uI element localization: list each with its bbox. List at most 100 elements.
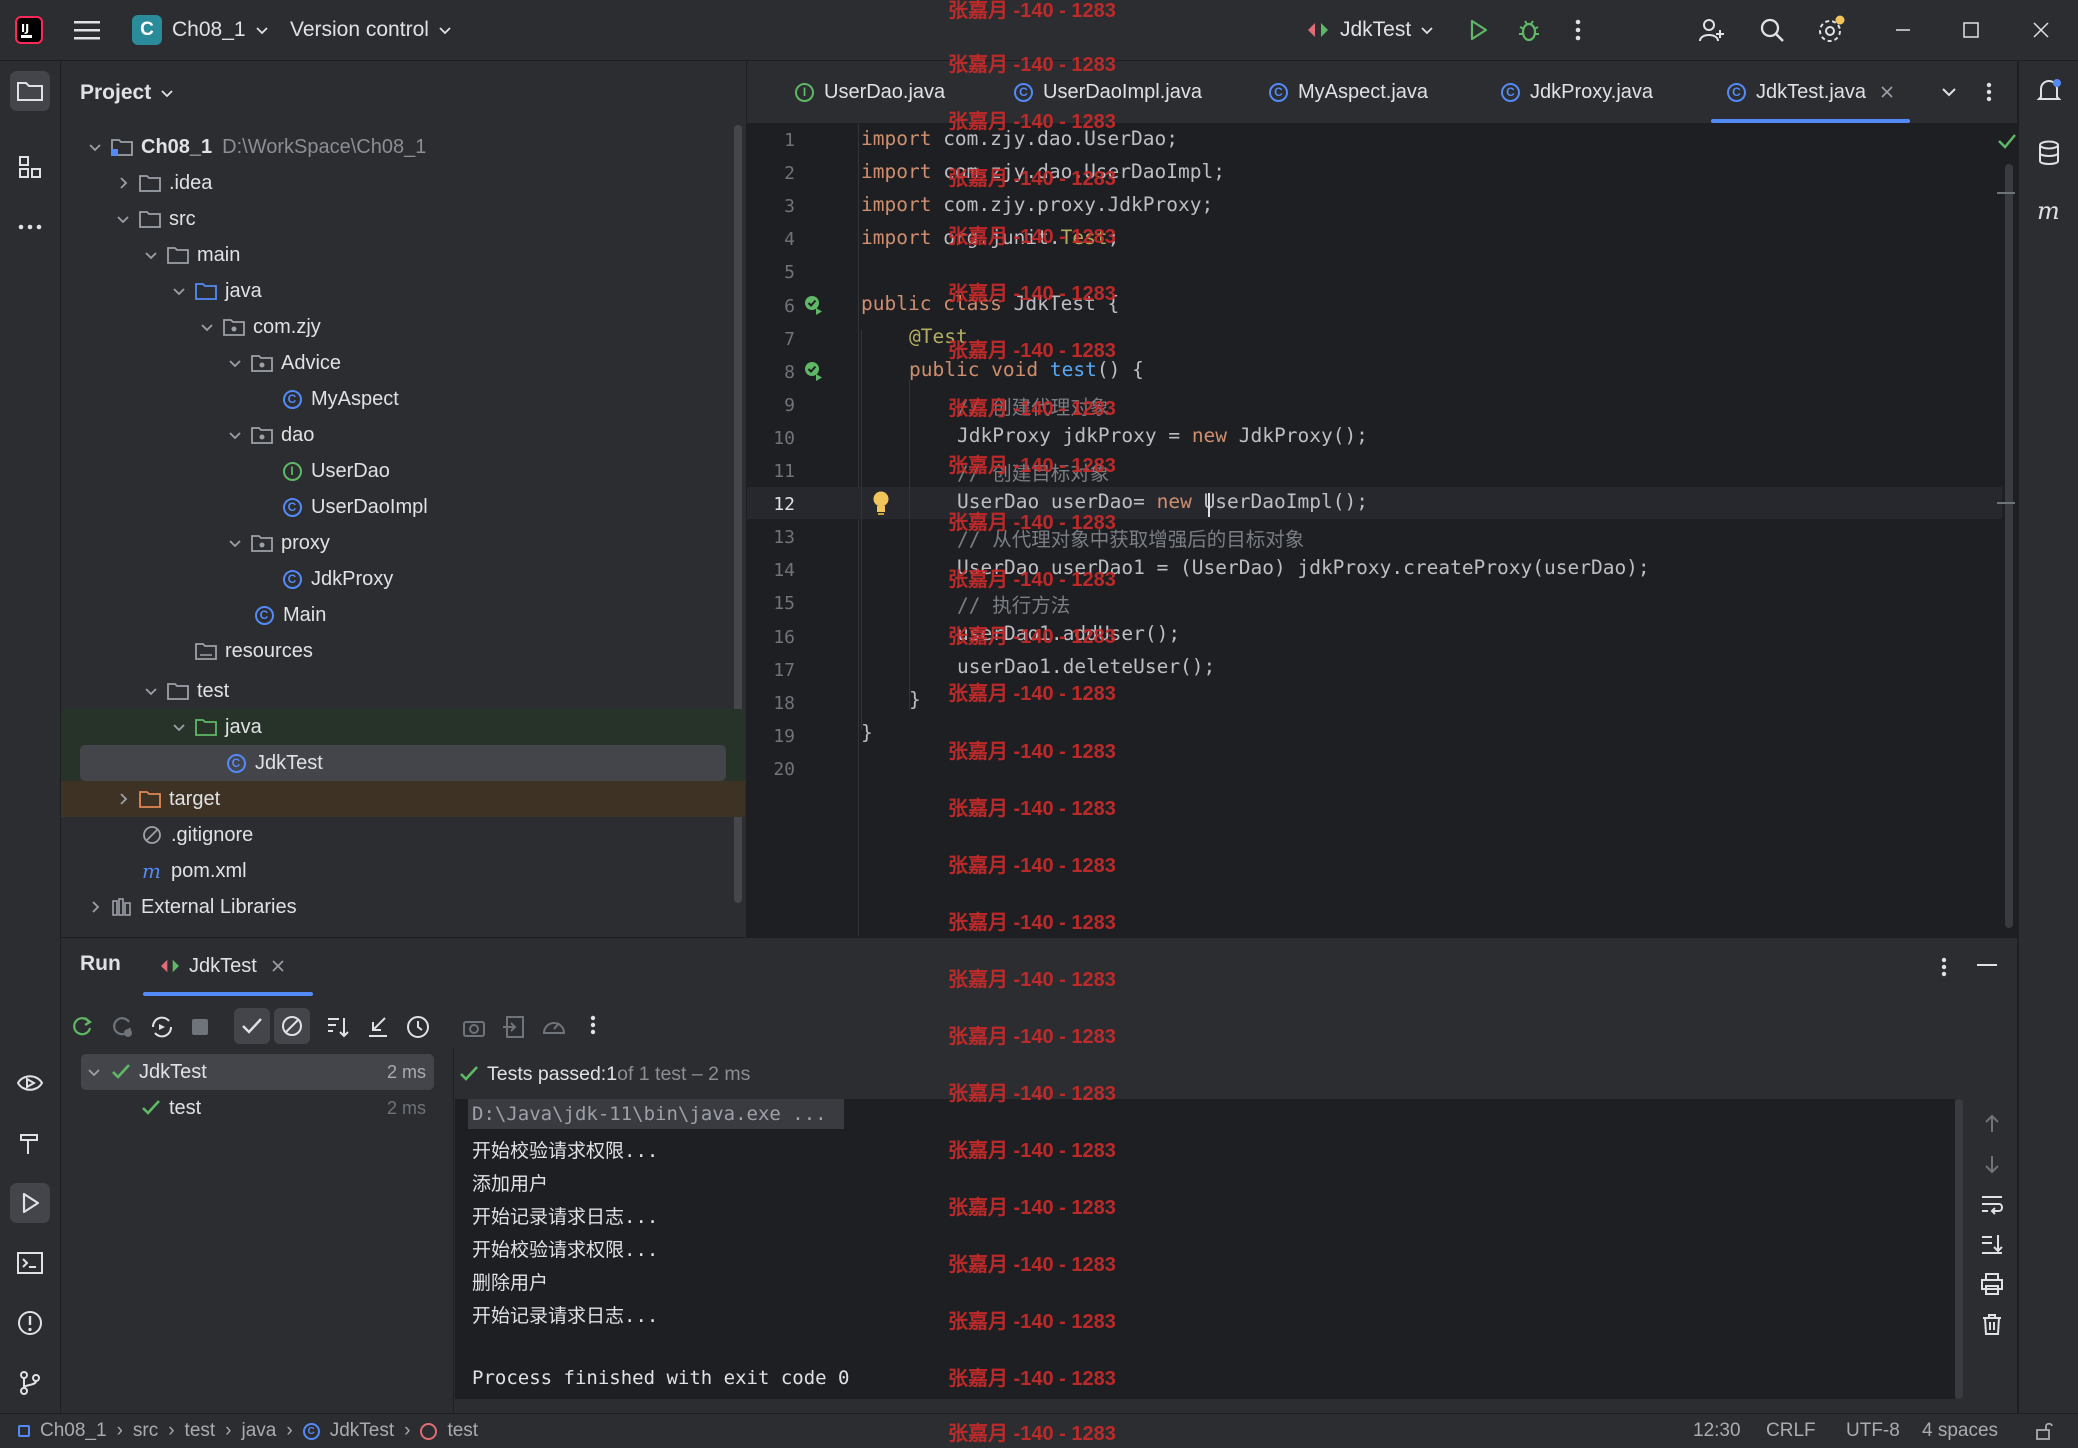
maximize-button[interactable] xyxy=(1962,0,1980,60)
tabs-more-button[interactable] xyxy=(1985,61,1993,123)
close-icon[interactable] xyxy=(1880,85,1894,99)
search-button[interactable] xyxy=(1758,0,1786,60)
tree-item-pom[interactable]: m pom.xml xyxy=(61,853,826,889)
rerun-button[interactable] xyxy=(69,1014,95,1040)
tabs-dropdown-button[interactable] xyxy=(1940,61,1958,123)
breadcrumb-item[interactable]: java xyxy=(242,1420,277,1442)
git-tool-button[interactable] xyxy=(10,1363,50,1403)
more-actions-button[interactable] xyxy=(1574,0,1582,60)
close-window-button[interactable] xyxy=(2032,0,2050,60)
test-node-jdktest[interactable]: JdkTest 2 ms xyxy=(81,1054,434,1090)
structure-tool-button[interactable] xyxy=(10,147,50,187)
console-scrollbar[interactable] xyxy=(1955,1099,1963,1399)
screenshot-button[interactable] xyxy=(461,1014,487,1040)
project-selector[interactable]: C Ch08_1 xyxy=(132,0,270,60)
breadcrumb-item[interactable]: Ch08_1 xyxy=(40,1420,107,1442)
minimize-button[interactable] xyxy=(1894,0,1912,60)
watermark-text: 张嘉月 -140 - 1283 xyxy=(948,569,1116,591)
main-menu-button[interactable] xyxy=(74,0,102,60)
test-name: JdkTest xyxy=(139,1060,207,1083)
vcs-selector[interactable]: Version control xyxy=(290,0,453,60)
console-output[interactable] xyxy=(455,1099,1955,1399)
tab-jdktest[interactable]: C JdkTest.java xyxy=(1710,61,1911,123)
services-tool-button[interactable] xyxy=(10,1063,50,1103)
no-problems-check-icon[interactable] xyxy=(1997,132,2017,150)
tab-myaspect[interactable]: C MyAspect.java xyxy=(1269,61,1428,123)
tab-jdkproxy[interactable]: C JdkProxy.java xyxy=(1501,61,1653,123)
run-panel-options-button[interactable] xyxy=(1940,956,1948,978)
run-class-gutter-icon[interactable] xyxy=(803,294,825,316)
code-line-15: // 执行方法 xyxy=(957,589,1070,618)
caret-position[interactable]: 12:30 xyxy=(1693,1414,1741,1448)
app-logo-icon[interactable]: IJ xyxy=(14,0,44,60)
tree-item-project-root[interactable]: Ch08_1 D:\WorkSpace\Ch08_1 xyxy=(61,129,770,165)
console-line: 开始记录请求日志... xyxy=(472,1206,659,1228)
tree-item-src[interactable]: src xyxy=(61,201,798,237)
run-toolbar-more-button[interactable] xyxy=(589,1014,597,1036)
scroll-to-end-button[interactable] xyxy=(1980,1232,2004,1256)
rerun-failed-button[interactable] xyxy=(109,1014,135,1040)
notifications-button[interactable] xyxy=(2029,71,2069,111)
read-only-toggle[interactable] xyxy=(2034,1421,2054,1441)
breadcrumb-item[interactable]: src xyxy=(133,1420,158,1442)
debug-button[interactable] xyxy=(1516,0,1542,60)
test-duration: 2 ms xyxy=(386,1061,426,1082)
build-tool-button[interactable] xyxy=(10,1123,50,1163)
tab-userdao[interactable]: I UserDao.java xyxy=(795,61,945,123)
left-tool-strip xyxy=(0,61,61,1413)
file-encoding[interactable]: UTF-8 xyxy=(1846,1414,1900,1448)
watermark-text: 张嘉月 -140 - 1283 xyxy=(948,1140,1116,1162)
code-with-me-button[interactable] xyxy=(1698,0,1726,60)
tree-item-main[interactable]: main xyxy=(61,237,826,273)
breadcrumb-item[interactable]: test xyxy=(185,1420,216,1442)
line-separator[interactable]: CRLF xyxy=(1766,1414,1816,1448)
coverage-button[interactable] xyxy=(541,1014,567,1040)
show-ignored-toggle[interactable] xyxy=(274,1008,310,1044)
watermark-text: 张嘉月 -140 - 1283 xyxy=(948,0,1116,22)
show-passed-toggle[interactable] xyxy=(234,1008,270,1044)
run-tool-button[interactable] xyxy=(10,1183,50,1223)
more-vertical-icon xyxy=(1941,957,1947,977)
scroll-up-button[interactable] xyxy=(1980,1112,2004,1136)
tree-item-test[interactable]: test xyxy=(61,673,826,709)
test-node-test[interactable]: test 2 ms xyxy=(81,1090,434,1126)
tree-item-external-libraries[interactable]: External Libraries xyxy=(61,889,770,925)
soft-wrap-button[interactable] xyxy=(1980,1192,2004,1216)
project-panel-header[interactable]: Project xyxy=(80,75,175,111)
maven-tool-button[interactable]: m xyxy=(2029,191,2069,231)
minimize-panel-button[interactable] xyxy=(1977,964,1997,966)
print-button[interactable] xyxy=(1980,1272,2004,1296)
database-icon xyxy=(2039,140,2059,165)
test-history-button[interactable] xyxy=(405,1014,431,1040)
intention-bulb-icon[interactable] xyxy=(870,490,892,516)
breadcrumb-item[interactable]: JdkTest xyxy=(330,1420,394,1442)
toggle-auto-test-button[interactable] xyxy=(149,1014,175,1040)
run-test-gutter-icon[interactable] xyxy=(803,360,825,382)
run-tab-jdktest[interactable]: JdkTest xyxy=(159,946,285,986)
breadcrumb-item[interactable]: test xyxy=(447,1420,478,1442)
scroll-down-button[interactable] xyxy=(1980,1152,2004,1176)
project-tool-button[interactable] xyxy=(10,71,50,111)
clear-console-button[interactable] xyxy=(1980,1312,2004,1336)
close-icon[interactable] xyxy=(271,959,285,973)
stop-button[interactable] xyxy=(189,1016,211,1038)
database-tool-button[interactable] xyxy=(2029,133,2069,173)
tree-item-target[interactable]: target xyxy=(61,781,798,817)
svg-text:m: m xyxy=(142,861,161,881)
sort-button[interactable] xyxy=(325,1014,351,1040)
run-config-selector[interactable]: JdkTest xyxy=(1306,0,1435,60)
tree-item-main-java[interactable]: java xyxy=(61,273,854,309)
stop-icon xyxy=(192,1019,208,1035)
indent-setting[interactable]: 4 spaces xyxy=(1922,1414,1998,1448)
more-tools-button[interactable] xyxy=(10,207,50,247)
import-tests-button[interactable] xyxy=(501,1014,527,1040)
problems-tool-button[interactable] xyxy=(10,1303,50,1343)
tree-item-idea[interactable]: .idea xyxy=(61,165,798,201)
editor-scrollbar[interactable] xyxy=(2005,164,2013,928)
terminal-tool-button[interactable] xyxy=(10,1243,50,1283)
tree-item-test-java[interactable]: java xyxy=(61,709,854,745)
collapse-all-button[interactable] xyxy=(365,1014,391,1040)
tree-item-gitignore[interactable]: .gitignore xyxy=(61,817,826,853)
run-button[interactable] xyxy=(1466,0,1490,60)
settings-button[interactable] xyxy=(1816,0,1846,60)
